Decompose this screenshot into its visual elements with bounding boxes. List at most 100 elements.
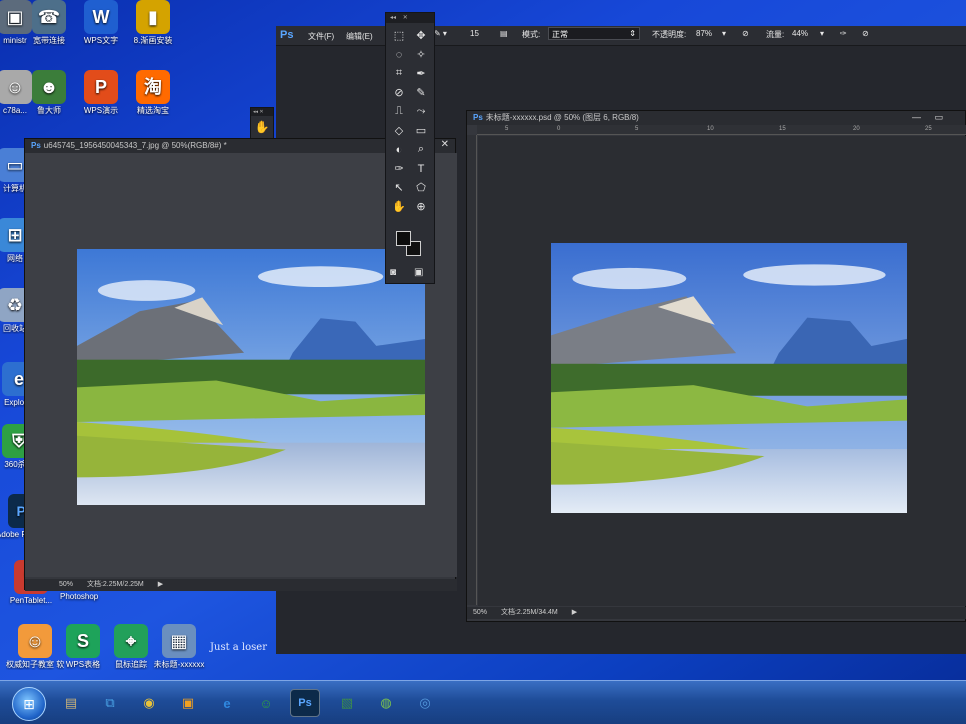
landscape-image-1-art [77, 249, 425, 505]
opacity-value[interactable]: 87% [696, 29, 712, 38]
desktop-icon-label: 精选淘宝 [137, 106, 169, 115]
tool-options-bar: ✎ ▾ 15 ▤ 模式: 正常 ⇕ 不透明度: 87% ▾ ⊘ 流量: 44% ▾… [430, 24, 966, 44]
document-2-size: 文档:2.25M/34.4M [500, 609, 558, 616]
broadband-icon: ☎ [32, 0, 66, 34]
menu-edit[interactable]: 编辑(E) [346, 31, 373, 42]
lasso-tool-icon[interactable]: ◌ [388, 45, 410, 64]
hand-icon[interactable]: ✋ [251, 116, 273, 138]
desktop-icon-label: 未标题-xxxxxx [153, 660, 205, 669]
opacity-dropdown-icon[interactable]: ▾ [722, 29, 726, 38]
move-tool-icon[interactable]: ✥ [410, 26, 432, 45]
landscape-image-2-art [551, 243, 907, 513]
ruler-mark: 15 [779, 126, 786, 132]
screen-mode-icon[interactable]: ▣ [414, 267, 423, 278]
menu-file[interactable]: 文件(F) [308, 31, 334, 42]
app-icon[interactable]: ▣ [173, 689, 203, 717]
crop-tool-icon[interactable]: ⌗ [388, 64, 410, 83]
stamp-tool-icon[interactable]: ⎍ [388, 102, 410, 121]
dodge-tool-icon[interactable]: ⌕ [410, 140, 432, 159]
desktop-icon-untitled-psd[interactable]: ▦ 未标题-xxxxxx [150, 624, 208, 670]
app-icon[interactable]: ◎ [410, 689, 440, 717]
brush-tool-icon[interactable]: ✎ [410, 83, 432, 102]
type-tool-icon[interactable]: T [410, 159, 432, 178]
wps-presentation-icon: P [84, 70, 118, 104]
desktop-icon-wps-writer[interactable]: W WPS文字 [72, 0, 130, 46]
tools-panel-header[interactable]: ◂◂ ✕ [386, 13, 434, 23]
pressure-size-icon[interactable]: ⊘ [862, 29, 869, 38]
ps-doc-icon: Ps [31, 141, 41, 150]
desktop-icon-wps-presentation[interactable]: P WPS演示 [72, 70, 130, 116]
app-icon[interactable]: ◉ [134, 689, 164, 717]
healing-tool-icon[interactable]: ⊘ [388, 83, 410, 102]
status-arrow-icon[interactable]: ▶ [572, 609, 577, 616]
ruler-mark: 10 [707, 126, 714, 132]
document-1-zoom[interactable]: 50% [59, 581, 73, 588]
pressure-opacity-icon[interactable]: ⊘ [742, 29, 749, 38]
blend-mode-select[interactable]: 正常 ⇕ [548, 27, 640, 40]
start-button[interactable]: ⊞ [12, 687, 46, 721]
desktop-icon-label: WPS演示 [83, 106, 119, 115]
magic-wand-tool-icon[interactable]: ✧ [410, 45, 432, 64]
desktop-tagline: Just a loser [210, 642, 267, 653]
document-2-zoom[interactable]: 50% [473, 609, 487, 616]
status-arrow-icon[interactable]: ▶ [158, 581, 163, 588]
foreground-color-swatch[interactable] [396, 231, 411, 246]
gradient-tool-icon[interactable]: ▭ [410, 121, 432, 140]
folder-icon: ▮ [136, 0, 170, 34]
wps-writer-icon: W [84, 0, 118, 34]
hand-tool-icon[interactable]: ✋ [388, 197, 410, 216]
photoshop-taskbar-icon[interactable]: Ps [290, 689, 320, 717]
desktop-icon-ludashi[interactable]: ☻ 鲁大师 [20, 70, 78, 116]
document-1-size: 文档:2.25M/2.25M [86, 581, 144, 588]
brush-size[interactable]: 15 [470, 29, 479, 38]
image-thumbnail-icon: ▦ [162, 624, 196, 658]
flow-value[interactable]: 44% [792, 29, 808, 38]
internet-explorer-icon[interactable]: e [212, 689, 242, 717]
history-brush-tool-icon[interactable]: ⤳ [410, 102, 432, 121]
airbrush-icon[interactable]: ✑ [840, 29, 847, 38]
network-app-icon[interactable]: ⧉ [95, 689, 125, 717]
blend-mode-value: 正常 [552, 30, 568, 39]
marquee-tool-icon[interactable]: ⬚ [388, 26, 410, 45]
document-1-status-bar: 50% 文档:2.25M/2.25M ▶ [25, 579, 457, 591]
tools-panel: ◂◂ ✕ ⬚ ✥ ◌ ✧ ⌗ ✒ ⊘ ✎ ⎍ ⤳ ◇ ▭ ◐ ⌕ ✑ T ↖ ⬠… [385, 12, 435, 284]
eyedropper-tool-icon[interactable]: ✒ [410, 64, 432, 83]
landscape-image-1[interactable] [77, 249, 425, 505]
path-selection-tool-icon[interactable]: ↖ [388, 178, 410, 197]
desktop-icon-drawing-setup[interactable]: ▮ 8.渐画安装 [124, 0, 182, 46]
pen-tool-icon[interactable]: ✑ [388, 159, 410, 178]
document-1-title: u645745_1956450045343_7.jpg @ 50%(RGB/8#… [43, 141, 227, 150]
app-icon[interactable]: ▧ [332, 689, 362, 717]
taskbar: ⊞ ▤ ⧉ ◉ ▣ e ☺ Ps ▧ ◍ ◎ [0, 680, 966, 724]
maximize-icon[interactable]: ▭ [934, 112, 943, 123]
ruler-vertical [467, 135, 477, 605]
quick-mask-icon[interactable]: ◙ [390, 267, 396, 278]
mini-panel-header[interactable]: ◂◂ ✕ [251, 108, 273, 116]
document-2-title: 未标题-xxxxxx.psd @ 50% (图层 6, RGB/8) [485, 113, 639, 122]
landscape-image-2[interactable] [551, 243, 907, 513]
shape-tool-icon[interactable]: ⬠ [410, 178, 432, 197]
blur-tool-icon[interactable]: ◐ [388, 140, 410, 159]
file-explorer-icon[interactable]: ▤ [56, 689, 86, 717]
close-icon[interactable]: ✕ [441, 139, 449, 150]
document-window-2: Ps 未标题-xxxxxx.psd @ 50% (图层 6, RGB/8) — ▭… [466, 110, 966, 622]
brush-panel-icon[interactable]: ▤ [500, 29, 508, 38]
ruler-mark: 25 [925, 126, 932, 132]
document-tab-2[interactable]: Ps 未标题-xxxxxx.psd @ 50% (图层 6, RGB/8) [467, 111, 965, 125]
mouse-tracker-icon: ⌖ [114, 624, 148, 658]
minimize-icon[interactable]: — [912, 112, 921, 122]
zoom-tool-icon[interactable]: ⊕ [410, 197, 432, 216]
flow-dropdown-icon[interactable]: ▾ [820, 29, 824, 38]
app-icon[interactable]: ◍ [371, 689, 401, 717]
desktop-icon-label: 宽带连接 [33, 36, 65, 45]
brush-preset-icon[interactable]: ✎ ▾ [434, 29, 447, 38]
desktop-icon-label: 8.渐画安装 [133, 36, 173, 45]
app-icon[interactable]: ☺ [251, 689, 281, 717]
eraser-tool-icon[interactable]: ◇ [388, 121, 410, 140]
desktop-icon-broadband[interactable]: ☎ 宽带连接 [20, 0, 78, 46]
mode-label: 模式: [522, 30, 541, 39]
desktop-icon-taobao[interactable]: 淘 精选淘宝 [124, 70, 182, 116]
ruler-mark: 20 [853, 126, 860, 132]
photoshop-logo: Ps [280, 29, 294, 41]
desktop-icon-label: PenTablet... [9, 596, 53, 605]
